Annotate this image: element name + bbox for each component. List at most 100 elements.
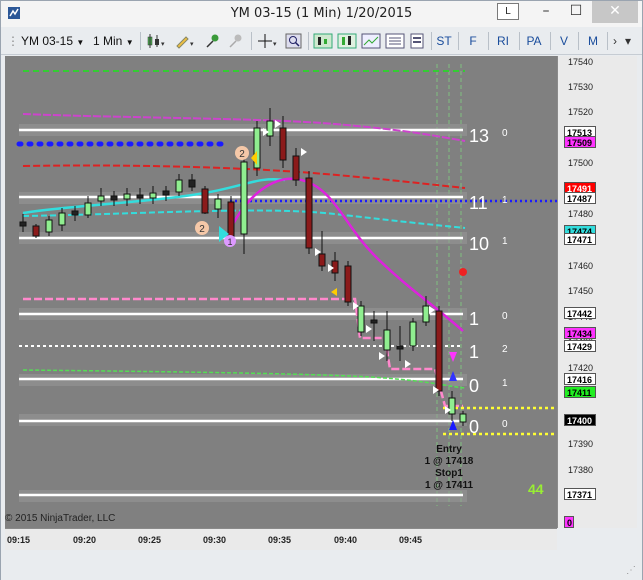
- chevron-down-icon: ▼: [76, 38, 85, 47]
- time-tick: 09:30: [203, 535, 227, 545]
- maximize-button[interactable]: ☐: [561, 1, 591, 23]
- price-marker: 17442: [564, 306, 596, 319]
- entry-annotation: Entry 1 @ 17418 Stop1 1 @ 17411: [425, 444, 474, 491]
- toolbar-button-st[interactable]: ST: [433, 33, 455, 49]
- toolbar-button-m[interactable]: M: [582, 33, 604, 49]
- circle-marker: 2: [235, 146, 249, 160]
- toolbar-separator: [607, 32, 608, 50]
- price-chart[interactable]: 2 2 1 13 0 11 1 10 1 1 0 1 2 0 1 0 0 Ent…: [5, 56, 557, 528]
- svg-text:10: 10: [469, 234, 489, 254]
- price-axis[interactable]: 17540 17530 17520 17510 17500 17490 1748…: [557, 56, 637, 528]
- time-tick: 09:20: [73, 535, 97, 545]
- toolbar-separator: [550, 32, 551, 50]
- price-tick: 17420: [568, 363, 594, 373]
- svg-text:Stop1: Stop1: [435, 468, 463, 479]
- interval-selector[interactable]: 1 Min ▼: [93, 33, 134, 49]
- price-marker: 17434: [564, 327, 596, 340]
- svg-text:0: 0: [469, 417, 479, 437]
- price-marker: 17400: [564, 414, 596, 426]
- price-tick: 17480: [568, 209, 594, 219]
- price-tick: 17380: [568, 465, 594, 475]
- toolbar-separator: [578, 32, 579, 50]
- toolbar-button-ri[interactable]: RI: [492, 33, 514, 49]
- chevron-right-icon[interactable]: ›: [613, 33, 617, 49]
- svg-text:0: 0: [469, 376, 479, 396]
- svg-text:▾: ▾: [161, 41, 165, 48]
- toolbar-separator: [488, 32, 489, 50]
- properties-icon[interactable]: [409, 33, 427, 49]
- svg-text:11: 11: [469, 193, 488, 213]
- price-marker: 17429: [564, 340, 596, 353]
- svg-text:0: 0: [502, 311, 508, 322]
- chart-window: YM 03-15 (1 Min) 1/20/2015 L – ☐ ✕ ⋮ YM …: [0, 0, 643, 580]
- toolbar-button-pa[interactable]: PA: [523, 33, 545, 49]
- price-tick: 17460: [568, 261, 594, 271]
- price-marker: 17416: [564, 373, 596, 386]
- price-tick: 17520: [568, 107, 594, 117]
- chart-toolbar: ⋮ YM 03-15 ▼ 1 Min ▼ ▾ ▾ ▾ ST F RI PA V …: [1, 28, 642, 55]
- svg-text:2: 2: [502, 344, 508, 355]
- instrument-selector[interactable]: YM 03-15 ▼: [21, 33, 84, 49]
- toolbar-separator: [251, 32, 252, 50]
- time-tick: 09:35: [268, 535, 292, 545]
- close-button[interactable]: ✕: [592, 1, 638, 23]
- chevron-down-icon: ▼: [125, 38, 134, 47]
- layout-button[interactable]: L: [497, 3, 519, 20]
- svg-text:1: 1: [502, 236, 508, 247]
- crosshair-icon[interactable]: ▾: [257, 33, 279, 49]
- svg-text:0: 0: [502, 419, 508, 430]
- svg-text:1: 1: [469, 342, 479, 362]
- red-dot-marker: [459, 268, 467, 276]
- strategies-icon[interactable]: [313, 33, 333, 49]
- chart-image-icon[interactable]: [361, 33, 381, 49]
- svg-text:▾: ▾: [190, 41, 194, 48]
- pin-icon[interactable]: [204, 33, 222, 49]
- resize-grip-icon[interactable]: ⋰: [626, 565, 636, 576]
- status-bar: ⋰: [1, 550, 642, 580]
- price-marker: 17471: [564, 232, 596, 245]
- pin-disabled-icon[interactable]: [227, 33, 245, 49]
- data-box-icon[interactable]: [385, 33, 405, 49]
- price-marker: 17509: [564, 136, 596, 149]
- level-labels: 13 0 11 1 10 1 1 0 1 2 0 1 0 0: [469, 126, 508, 437]
- minimize-button[interactable]: –: [531, 1, 561, 23]
- svg-text:1: 1: [227, 237, 232, 247]
- circle-marker: 1: [224, 235, 236, 247]
- title-bar: YM 03-15 (1 Min) 1/20/2015 L – ☐ ✕: [1, 1, 642, 27]
- pencil-draw-icon[interactable]: ▾: [174, 33, 196, 49]
- time-tick: 09:45: [399, 535, 423, 545]
- price-tick: 17450: [568, 286, 594, 296]
- svg-text:13: 13: [469, 126, 489, 146]
- candlestick-style-icon[interactable]: ▾: [145, 33, 167, 49]
- copyright-text: © 2015 NinjaTrader, LLC: [5, 513, 116, 524]
- svg-text:1 @ 17411: 1 @ 17411: [425, 480, 474, 491]
- price-tick: 17540: [568, 57, 594, 67]
- time-tick: 09:40: [334, 535, 358, 545]
- toolbar-button-f[interactable]: F: [462, 33, 484, 49]
- bar-count-label: 44: [528, 481, 544, 497]
- price-marker: 17411: [564, 385, 596, 398]
- time-axis[interactable]: 09:15 09:20 09:25 09:30 09:35 09:40 09:4…: [5, 528, 557, 550]
- price-marker: 17487: [564, 192, 596, 205]
- svg-text:1 @ 17418: 1 @ 17418: [425, 456, 474, 467]
- zoom-icon[interactable]: [285, 33, 303, 49]
- interval-label: 1 Min: [93, 34, 123, 48]
- chevron-down-icon[interactable]: ▾: [625, 33, 631, 49]
- price-chart-panel[interactable]: 2 2 1 13 0 11 1 10 1 1 0 1 2 0 1 0 0 Ent…: [5, 56, 557, 528]
- svg-text:Entry: Entry: [436, 444, 462, 455]
- toolbar-separator: [431, 32, 432, 50]
- toolbar-separator: [308, 32, 309, 50]
- toolbar-separator: [140, 32, 141, 50]
- instrument-label: YM 03-15: [21, 34, 74, 48]
- price-marker: 17371: [564, 487, 596, 500]
- svg-text:1: 1: [502, 195, 508, 206]
- toolbar-separator: [519, 32, 520, 50]
- toolbar-separator: [458, 32, 459, 50]
- indicators-icon[interactable]: [337, 33, 357, 49]
- magenta-down-arrow: [449, 352, 457, 362]
- price-tick: 17500: [568, 158, 594, 168]
- toolbar-button-v[interactable]: V: [553, 33, 575, 49]
- svg-text:2: 2: [199, 224, 205, 235]
- price-tick: 17390: [568, 439, 594, 449]
- svg-text:2: 2: [239, 149, 245, 160]
